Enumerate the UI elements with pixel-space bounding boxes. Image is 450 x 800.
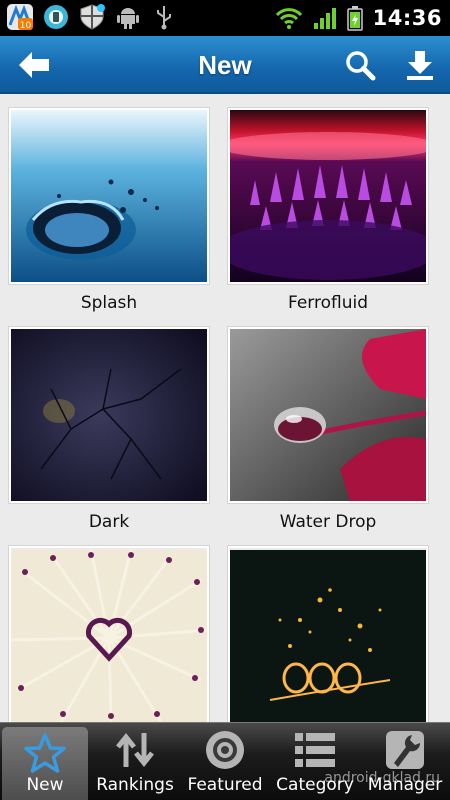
splash-image xyxy=(11,110,207,282)
wifi-icon xyxy=(275,8,302,29)
wallpaper-title: Ferrofluid xyxy=(287,293,368,313)
wallpaper-thumbnail[interactable] xyxy=(228,546,428,722)
wallpaper-card-dark[interactable]: Dark xyxy=(9,327,209,532)
wallpaper-title: Splash xyxy=(80,293,138,313)
wallpaper-thumbnail[interactable] xyxy=(9,108,209,284)
status-bar: 10 14:36 xyxy=(0,0,450,36)
wallpaper-thumbnail[interactable] xyxy=(9,327,209,503)
download-icon xyxy=(407,51,433,80)
wallpaper-card-splash[interactable]: Splash xyxy=(9,108,209,313)
featured-icon xyxy=(206,731,244,769)
tab-featured[interactable]: Featured xyxy=(180,723,270,800)
tab-rankings[interactable]: Rankings xyxy=(90,723,180,800)
download-button[interactable] xyxy=(400,45,440,85)
browser-icon xyxy=(44,5,68,29)
wallpaper-thumbnail[interactable] xyxy=(228,327,428,503)
wallpaper-title: Dark xyxy=(88,512,130,532)
app-update-icon: 10 xyxy=(7,4,33,31)
dark-image xyxy=(11,329,207,501)
shield-icon xyxy=(80,4,105,30)
tab-new[interactable]: New xyxy=(2,727,88,800)
wallpaper-card-matches-heart[interactable] xyxy=(9,546,209,722)
search-icon xyxy=(346,51,376,81)
wallpaper-thumbnail[interactable] xyxy=(9,546,209,722)
rankings-icon xyxy=(116,732,154,768)
usb-icon xyxy=(157,6,171,30)
wallpaper-thumbnail[interactable] xyxy=(228,108,428,284)
tab-label: Rankings xyxy=(96,775,174,795)
matches-heart-image xyxy=(11,549,207,722)
tab-label: Category xyxy=(276,775,354,795)
tab-label: New xyxy=(26,775,64,795)
wallpaper-card-light-rings[interactable] xyxy=(228,546,428,722)
signal-icon xyxy=(313,8,336,29)
wallpaper-title: Water Drop xyxy=(279,512,377,532)
tab-label: Featured xyxy=(187,775,263,795)
list-icon xyxy=(295,733,335,767)
notification-icons: 10 xyxy=(6,3,178,31)
tab-category[interactable]: Category xyxy=(270,723,360,800)
tab-manager[interactable]: Manager xyxy=(360,723,450,800)
battery-icon xyxy=(346,6,363,31)
ferrofluid-image xyxy=(230,110,426,282)
light-rings-image xyxy=(230,550,426,722)
android-icon xyxy=(117,8,139,29)
star-icon xyxy=(24,733,66,773)
wallpaper-card-ferrofluid[interactable]: Ferrofluid xyxy=(228,108,428,313)
notification-count: 10 xyxy=(20,21,32,31)
wallpaper-card-water-drop[interactable]: Water Drop xyxy=(228,327,428,532)
clock: 14:36 xyxy=(372,6,442,30)
search-button[interactable] xyxy=(340,45,380,85)
title-bar: New xyxy=(0,36,450,94)
wallpaper-grid: Splash Ferrofluid Dark Water Drop xyxy=(0,96,450,722)
wrench-icon xyxy=(386,731,424,769)
bottom-navigation: New Rankings Featured Category Manager xyxy=(0,722,450,800)
page-title: New xyxy=(198,50,252,80)
water-drop-image xyxy=(230,329,426,501)
tab-label: Manager xyxy=(367,775,443,795)
